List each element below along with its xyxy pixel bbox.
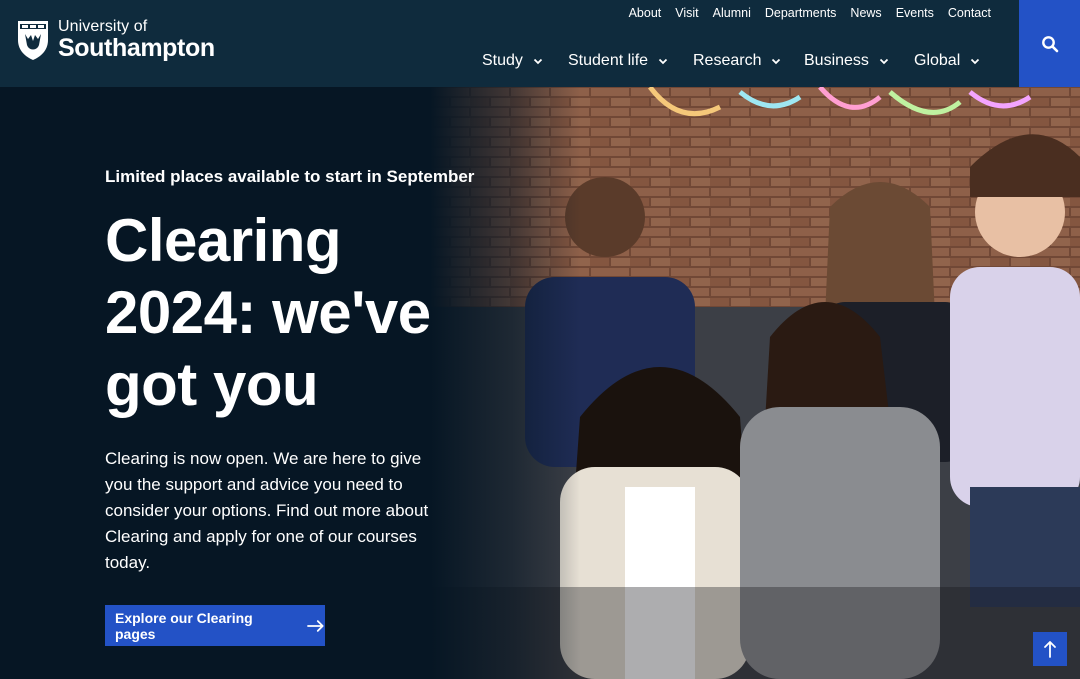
chevron-down-icon [879, 58, 889, 65]
utility-nav: About Visit Alumni Departments News Even… [629, 6, 991, 20]
hero-intro: Clearing is now open. We are here to giv… [105, 449, 429, 572]
explore-clearing-button[interactable]: Explore our Clearing pages [105, 605, 325, 646]
nav-study[interactable]: Study [482, 52, 543, 70]
util-link-alumni[interactable]: Alumni [713, 6, 751, 20]
chevron-down-icon [772, 58, 781, 65]
search-button[interactable] [1019, 0, 1080, 87]
util-link-events[interactable]: Events [896, 6, 934, 20]
nav-study-label: Study [482, 52, 523, 69]
nav-research[interactable]: Research [693, 52, 781, 70]
nav-student-life-label: Student life [568, 52, 649, 69]
logo-line-1: University of [58, 18, 148, 35]
hero-title-line-1: Clearing [105, 207, 342, 274]
university-crest-icon [18, 21, 48, 60]
university-logo[interactable]: University of Southampton [16, 18, 215, 62]
chevron-down-icon [533, 58, 543, 65]
chevron-down-icon [658, 58, 668, 65]
util-link-news[interactable]: News [850, 6, 881, 20]
nav-business[interactable]: Business [804, 52, 889, 70]
nav-global[interactable]: Global [914, 52, 980, 70]
logo-line-2: Southampton [58, 34, 215, 62]
nav-business-label: Business [804, 52, 869, 69]
hero-title-line-3: got you [105, 351, 319, 418]
site-header: University of Southampton About Visit Al… [0, 0, 1080, 87]
nav-student-life[interactable]: Student life [568, 52, 668, 70]
arrow-up-icon [1044, 641, 1056, 658]
explore-clearing-label: Explore our Clearing pages [115, 609, 253, 642]
back-to-top-button[interactable] [1033, 632, 1067, 666]
nav-research-label: Research [693, 52, 762, 69]
util-link-about[interactable]: About [629, 6, 662, 20]
arrow-right-icon [307, 619, 324, 632]
util-link-contact[interactable]: Contact [948, 6, 991, 20]
search-icon [1041, 35, 1058, 52]
util-link-departments[interactable]: Departments [765, 6, 837, 20]
chevron-down-icon [971, 58, 980, 65]
util-link-visit[interactable]: Visit [675, 6, 698, 20]
hero-title-line-2: 2024: we've [105, 279, 431, 346]
hero-section: Limited places available to start in Sep… [0, 87, 1080, 679]
hero-eyebrow: Limited places available to start in Sep… [105, 167, 475, 186]
hero-title: Clearing 2024: we've got you [105, 205, 465, 421]
nav-global-label: Global [914, 52, 961, 69]
